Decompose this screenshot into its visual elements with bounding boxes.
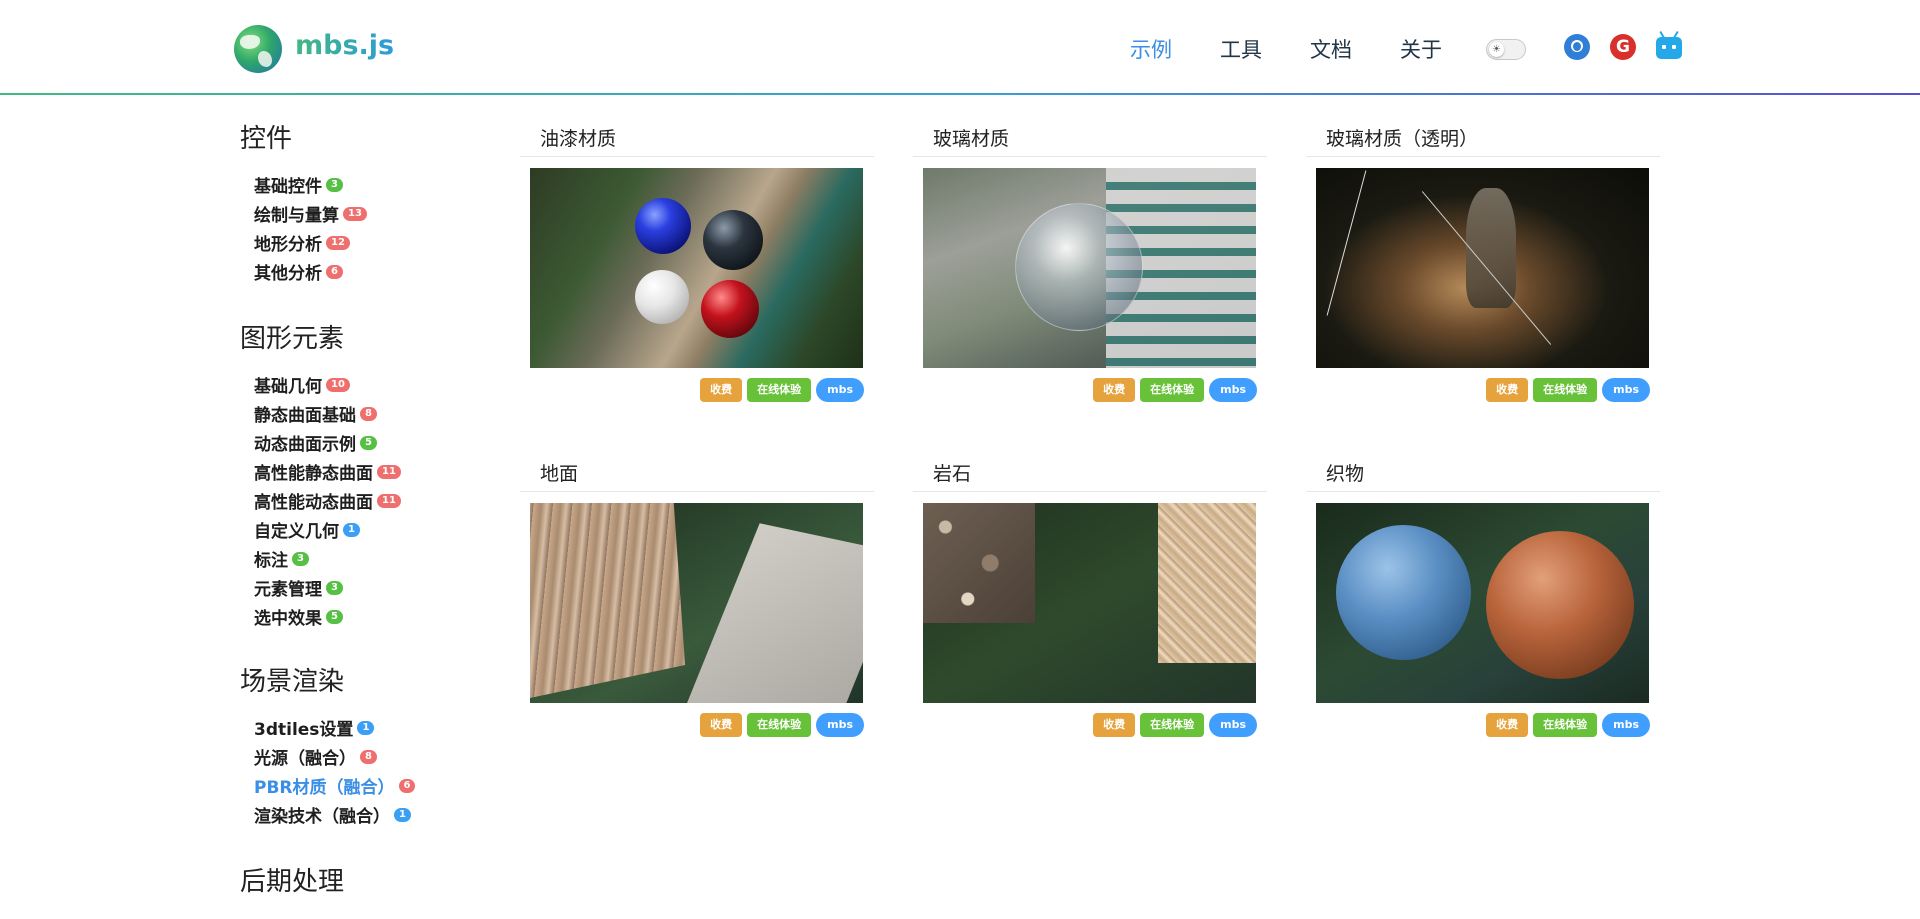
card-tags: 收费 在线体验 mbs bbox=[700, 713, 864, 737]
gitee-icon[interactable]: G bbox=[1610, 34, 1636, 60]
sidebar-item[interactable]: 绘制与量算 13 bbox=[254, 201, 367, 226]
card-tags: 收费 在线体验 mbs bbox=[1486, 378, 1650, 402]
count-badge: 3 bbox=[292, 551, 309, 566]
tag-charge[interactable]: 收费 bbox=[1093, 378, 1136, 402]
card-divider bbox=[913, 156, 1267, 157]
sidebar-item[interactable]: 基础几何 10 bbox=[254, 372, 350, 397]
sidebar-item[interactable]: 其他分析 6 bbox=[254, 259, 343, 284]
tag-mbs[interactable]: mbs bbox=[1602, 378, 1650, 402]
count-badge: 13 bbox=[343, 206, 367, 221]
card-title[interactable]: 地面 bbox=[540, 459, 578, 486]
tag-mbs[interactable]: mbs bbox=[1209, 713, 1257, 737]
count-badge: 10 bbox=[326, 377, 350, 392]
nav-docs[interactable]: 文档 bbox=[1310, 34, 1352, 64]
sidebar-item[interactable]: 地形分析 12 bbox=[254, 230, 350, 255]
count-badge: 6 bbox=[326, 264, 343, 279]
count-badge: 3 bbox=[326, 177, 343, 192]
card-thumbnail[interactable] bbox=[1316, 168, 1649, 368]
count-badge: 6 bbox=[398, 778, 416, 793]
card-thumbnail[interactable] bbox=[530, 168, 863, 368]
sidebar-item[interactable]: 静态曲面基础 8 bbox=[254, 401, 377, 426]
card-title[interactable]: 油漆材质 bbox=[540, 124, 616, 151]
top-header: mbs.js 示例 工具 文档 关于 ☀ G bbox=[0, 0, 1920, 96]
card-tags: 收费 在线体验 mbs bbox=[1093, 378, 1257, 402]
card-tags: 收费 在线体验 mbs bbox=[700, 378, 864, 402]
count-badge: 8 bbox=[360, 749, 377, 764]
sidebar-item[interactable]: 基础控件 3 bbox=[254, 172, 343, 197]
card-divider bbox=[913, 491, 1267, 492]
nav-examples[interactable]: 示例 bbox=[1130, 34, 1172, 64]
card-thumbnail[interactable] bbox=[1316, 503, 1649, 703]
card-divider bbox=[520, 156, 874, 157]
sidebar-group-title: 场景渲染 bbox=[240, 667, 345, 697]
card-divider bbox=[520, 491, 874, 492]
tag-online-demo[interactable]: 在线体验 bbox=[1533, 378, 1598, 402]
card-thumbnail[interactable] bbox=[923, 168, 1256, 368]
tag-charge[interactable]: 收费 bbox=[1486, 378, 1529, 402]
theme-sun-icon: ☀ bbox=[1489, 42, 1504, 57]
card-thumbnail[interactable] bbox=[923, 503, 1256, 703]
sidebar-item[interactable]: 选中效果 5 bbox=[254, 604, 343, 629]
sidebar-item[interactable]: 3dtiles设置 1 bbox=[254, 715, 375, 740]
nav-about[interactable]: 关于 bbox=[1400, 34, 1442, 64]
count-badge: 5 bbox=[360, 435, 377, 450]
sidebar-group-title: 图形元素 bbox=[240, 324, 345, 354]
sidebar-item[interactable]: 光源（融合） 8 bbox=[254, 744, 377, 769]
count-badge: 11 bbox=[377, 493, 401, 508]
card-title[interactable]: 玻璃材质 bbox=[933, 124, 1009, 151]
card-thumbnail[interactable] bbox=[530, 503, 863, 703]
sidebar-group-title: 后期处理 bbox=[240, 867, 345, 897]
tag-charge[interactable]: 收费 bbox=[700, 378, 743, 402]
count-badge: 1 bbox=[357, 720, 375, 735]
tag-mbs[interactable]: mbs bbox=[816, 713, 864, 737]
sidebar-group-title: 控件 bbox=[240, 124, 293, 154]
github-icon[interactable] bbox=[1564, 34, 1590, 60]
sidebar-item-pbr-active[interactable]: PBR材质（融合） 6 bbox=[254, 773, 416, 798]
tag-charge[interactable]: 收费 bbox=[1486, 713, 1529, 737]
sidebar-item[interactable]: 元素管理 3 bbox=[254, 575, 343, 600]
tag-charge[interactable]: 收费 bbox=[1093, 713, 1136, 737]
tag-online-demo[interactable]: 在线体验 bbox=[1140, 378, 1205, 402]
bilibili-icon[interactable] bbox=[1656, 30, 1682, 59]
sidebar-item[interactable]: 自定义几何 1 bbox=[254, 517, 360, 542]
header-divider bbox=[0, 93, 1920, 95]
count-badge: 3 bbox=[326, 580, 343, 595]
nav-tools[interactable]: 工具 bbox=[1220, 34, 1262, 64]
sidebar-item[interactable]: 高性能静态曲面 11 bbox=[254, 459, 401, 484]
card-title[interactable]: 织物 bbox=[1326, 459, 1364, 486]
tag-online-demo[interactable]: 在线体验 bbox=[1140, 713, 1205, 737]
card-tags: 收费 在线体验 mbs bbox=[1486, 713, 1650, 737]
sidebar-item[interactable]: 动态曲面示例 5 bbox=[254, 430, 377, 455]
tag-mbs[interactable]: mbs bbox=[816, 378, 864, 402]
count-badge: 5 bbox=[326, 609, 343, 624]
tag-online-demo[interactable]: 在线体验 bbox=[747, 713, 812, 737]
count-badge: 8 bbox=[360, 406, 377, 421]
card-title[interactable]: 岩石 bbox=[933, 459, 971, 486]
globe-logo-icon[interactable] bbox=[234, 25, 282, 73]
tag-charge[interactable]: 收费 bbox=[700, 713, 743, 737]
tag-online-demo[interactable]: 在线体验 bbox=[747, 378, 812, 402]
sidebar-item[interactable]: 标注 3 bbox=[254, 546, 309, 571]
sidebar-item[interactable]: 高性能动态曲面 11 bbox=[254, 488, 401, 513]
card-divider bbox=[1306, 156, 1660, 157]
brand-title[interactable]: mbs.js bbox=[295, 30, 394, 61]
sidebar-item[interactable]: 渲染技术（融合） 1 bbox=[254, 802, 411, 827]
count-badge: 11 bbox=[377, 464, 401, 479]
card-title[interactable]: 玻璃材质（透明） bbox=[1326, 124, 1478, 151]
count-badge: 12 bbox=[326, 235, 350, 250]
tag-mbs[interactable]: mbs bbox=[1209, 378, 1257, 402]
card-tags: 收费 在线体验 mbs bbox=[1093, 713, 1257, 737]
card-divider bbox=[1306, 491, 1660, 492]
count-badge: 1 bbox=[343, 522, 360, 537]
tag-mbs[interactable]: mbs bbox=[1602, 713, 1650, 737]
theme-toggle[interactable]: ☀ bbox=[1486, 39, 1526, 60]
tag-online-demo[interactable]: 在线体验 bbox=[1533, 713, 1598, 737]
count-badge: 1 bbox=[394, 807, 411, 822]
